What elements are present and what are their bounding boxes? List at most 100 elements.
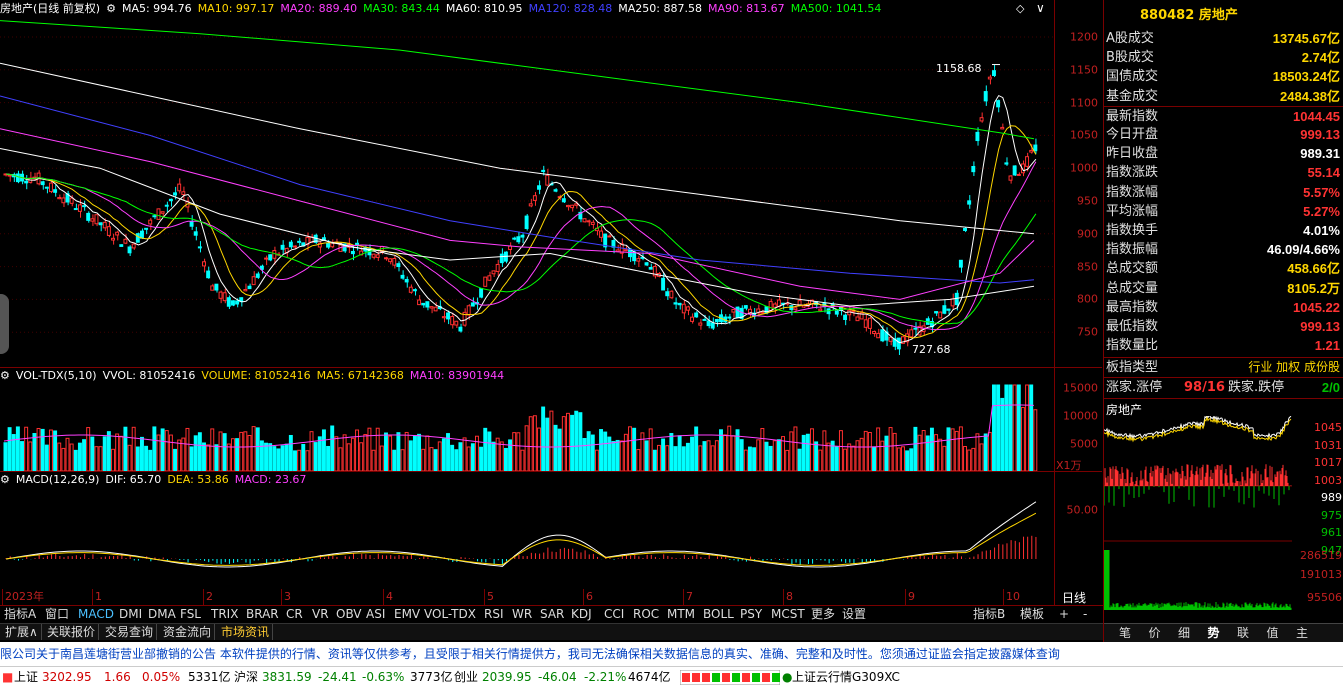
- subtab-1[interactable]: 关联报价: [44, 624, 100, 640]
- cloud-label[interactable]: 上证云行情G309XC: [792, 667, 900, 687]
- settings-icon-vol[interactable]: ⚙: [0, 369, 10, 382]
- tab-right-2[interactable]: +: [1059, 606, 1069, 622]
- panel-row-0: A股成交 13745.67亿: [1104, 29, 1343, 48]
- tab-4[interactable]: DMA: [148, 606, 176, 622]
- down-value: 2/0: [1321, 380, 1340, 395]
- candle: [7, 174, 12, 177]
- volume-bar: [714, 440, 719, 471]
- candle: [987, 76, 992, 80]
- tab-23[interactable]: MCST: [771, 606, 805, 622]
- tab-right-0[interactable]: 指标B: [973, 606, 1005, 622]
- sh-value: 3202.95: [42, 670, 92, 684]
- side-handle[interactable]: [0, 294, 9, 354]
- volume-bar: [1004, 384, 1009, 471]
- tab-18[interactable]: CCI: [604, 606, 624, 622]
- volume-chart[interactable]: [0, 383, 1054, 471]
- volume-bar: [251, 426, 256, 471]
- tab-5[interactable]: FSL: [180, 606, 201, 622]
- tab-0[interactable]: 指标A: [4, 606, 36, 622]
- candle: [425, 301, 430, 308]
- panel-tab-6[interactable]: 主: [1289, 624, 1315, 642]
- tab-right-3[interactable]: -: [1083, 606, 1087, 622]
- volume-bar: [1008, 384, 1013, 471]
- diamond-icon[interactable]: ◇: [1016, 2, 1024, 15]
- tab-22[interactable]: PSY: [740, 606, 762, 622]
- volume-bar: [396, 432, 401, 471]
- volume-bar: [983, 433, 988, 471]
- volume-bar: [226, 443, 231, 471]
- volume-bar: [264, 442, 269, 471]
- candle: [168, 198, 173, 202]
- tab-16[interactable]: SAR: [540, 606, 564, 622]
- kline-title-bar: 房地产(日线 前复权) ⚙ MA5: 994.76 MA10: 997.17 MA20:…: [0, 1, 893, 17]
- subtab-0[interactable]: 扩展∧: [2, 624, 42, 640]
- tab-1[interactable]: 窗口: [45, 606, 69, 622]
- volume-bar: [214, 444, 219, 471]
- macd-chart[interactable]: [0, 487, 1054, 589]
- volume-bar: [441, 438, 446, 471]
- subtab-4[interactable]: 市场资讯: [218, 624, 274, 640]
- chevron-down-icon[interactable]: ∨: [1036, 1, 1045, 15]
- tab-right-1[interactable]: 模板: [1020, 606, 1044, 622]
- panel-row-label: 总成交额: [1106, 261, 1159, 277]
- panel-tab-4[interactable]: 联: [1230, 624, 1256, 642]
- tab-17[interactable]: KDJ: [571, 606, 592, 622]
- tab-19[interactable]: ROC: [633, 606, 659, 622]
- volume-bar: [20, 441, 24, 471]
- panel-row-label: 总成交量: [1106, 280, 1159, 296]
- tab-11[interactable]: ASI: [366, 606, 385, 622]
- subtab-3[interactable]: 资金流向: [160, 624, 216, 640]
- sh-label[interactable]: 上证: [14, 667, 38, 687]
- settings-icon[interactable]: ⚙: [106, 2, 116, 15]
- panel-tab-1[interactable]: 价: [1142, 624, 1168, 642]
- volume-bar: [206, 444, 211, 471]
- tab-21[interactable]: BOLL: [703, 606, 734, 622]
- volume-bar: [867, 431, 872, 471]
- panel-tab-3[interactable]: 势: [1201, 624, 1227, 642]
- tab-6[interactable]: TRIX: [211, 606, 238, 622]
- sz-label[interactable]: 沪深: [234, 667, 258, 687]
- breadth-segment: [712, 673, 720, 682]
- volume-bar: [111, 448, 115, 471]
- tab-14[interactable]: RSI: [484, 606, 504, 622]
- news-ticker[interactable]: 限公司关于南昌莲塘街营业部撤销的公告 本软件提供的行情、资讯等仅供参考，且受限于…: [0, 642, 1343, 666]
- tab-15[interactable]: WR: [512, 606, 532, 622]
- cy-label[interactable]: 创业: [454, 667, 478, 687]
- candle: [1012, 165, 1017, 176]
- mini-axis-tick: 1017: [1314, 456, 1342, 469]
- tab-12[interactable]: EMV: [394, 606, 420, 622]
- breadth-segment: [702, 673, 710, 682]
- period-label[interactable]: 日线: [1062, 589, 1086, 606]
- volume-bar: [954, 430, 959, 471]
- tab-2[interactable]: MACD: [78, 606, 114, 622]
- tab-10[interactable]: OBV: [336, 606, 362, 622]
- tab-3[interactable]: DMI: [119, 606, 142, 622]
- tab-8[interactable]: CR: [286, 606, 303, 622]
- volume-bar: [127, 444, 132, 471]
- tab-24[interactable]: 更多: [811, 606, 835, 622]
- candle: [77, 204, 82, 212]
- candle: [934, 311, 939, 314]
- month-label: 8: [783, 589, 793, 605]
- panel-tab-0[interactable]: 笔: [1112, 624, 1138, 642]
- volume-bar: [632, 427, 637, 471]
- kline-chart[interactable]: [0, 17, 1054, 367]
- panel-row-value: 999.13: [1300, 319, 1340, 334]
- mini-axis-tick: 191013: [1300, 568, 1342, 581]
- volume-bar: [834, 446, 839, 471]
- volume-bar: [801, 434, 806, 471]
- panel-tab-2[interactable]: 细: [1171, 624, 1197, 642]
- subtab-2[interactable]: 交易查询: [102, 624, 158, 640]
- tab-20[interactable]: MTM: [667, 606, 695, 622]
- settings-icon-macd[interactable]: ⚙: [0, 473, 10, 486]
- tab-13[interactable]: VOL-TDX: [424, 606, 476, 622]
- tab-7[interactable]: BRAR: [246, 606, 279, 622]
- tab-25[interactable]: 设置: [842, 606, 866, 622]
- macd-value: MACD: 23.67: [234, 473, 307, 486]
- cy-change: -46.04: [538, 670, 577, 684]
- panel-tab-5[interactable]: 值: [1260, 624, 1286, 642]
- tab-9[interactable]: VR: [312, 606, 329, 622]
- volume-bar: [615, 439, 620, 471]
- price-tick: 1000: [1070, 161, 1098, 175]
- intraday-mini-chart[interactable]: [1104, 416, 1292, 610]
